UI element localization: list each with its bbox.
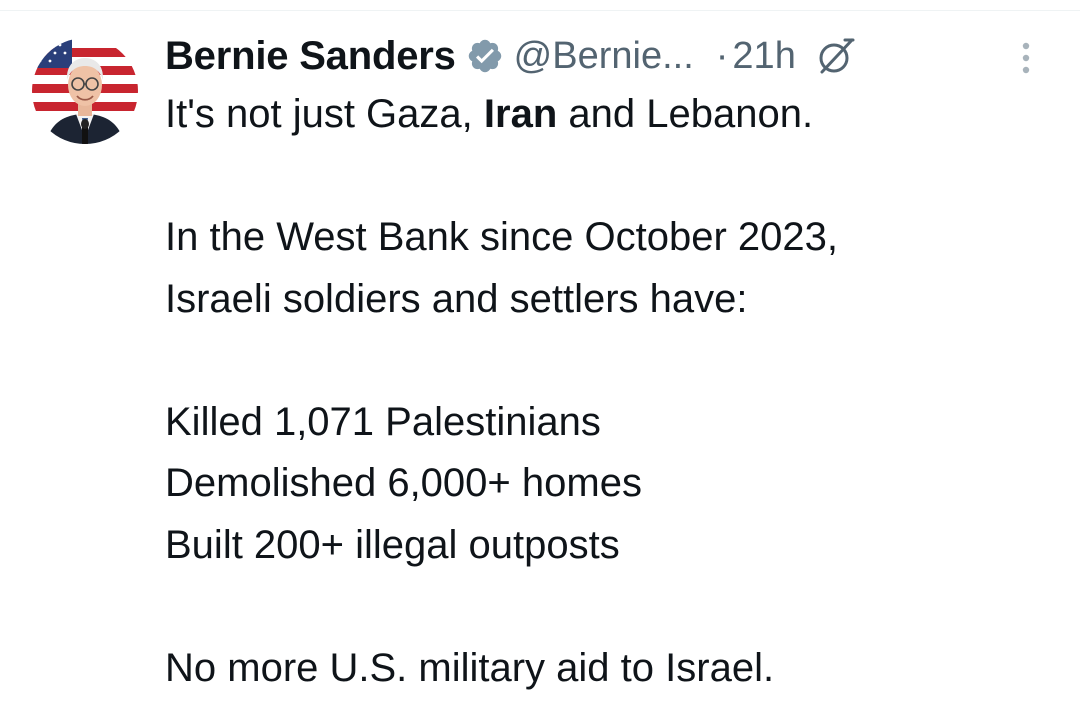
tweet-line-1-bold: Iran <box>483 92 558 136</box>
author-handle[interactable]: @Bernie... <box>514 35 694 78</box>
author-display-name[interactable]: Bernie Sanders <box>165 34 456 79</box>
tweet-header: Bernie Sanders @Bernie... · 21h <box>165 30 1045 82</box>
tweet-line-4: Killed 1,071 Palestinians <box>165 399 601 444</box>
tweet-line-5: Demolished 6,000+ homes <box>165 461 642 505</box>
separator-dot: · <box>715 34 729 77</box>
timestamp[interactable]: 21h <box>732 35 795 78</box>
tweet-line-1-start: It's not just Gaza, <box>165 92 484 136</box>
tweet-line-1-end: and Lebanon. <box>557 92 814 136</box>
tweet-line-3: Israeli soldiers and settlers have: <box>165 276 748 321</box>
grok-icon[interactable] <box>814 34 858 78</box>
tweet-line-7: No more U.S. military aid to Israel. <box>165 645 775 690</box>
verified-badge-icon[interactable] <box>466 37 504 75</box>
tweet-line-1: It's not just Gaza, Iran and Lebanon. <box>165 84 1065 146</box>
more-options-icon[interactable] <box>1012 38 1040 78</box>
top-divider <box>0 10 1080 11</box>
tweet-text: It's not just Gaza, Iran and Lebanon. In… <box>165 84 1065 699</box>
tweet-line-6: Built 200+ illegal outposts <box>165 522 620 567</box>
tweet-line-2: In the West Bank since October 2023, <box>165 215 838 259</box>
avatar[interactable] <box>32 38 138 144</box>
